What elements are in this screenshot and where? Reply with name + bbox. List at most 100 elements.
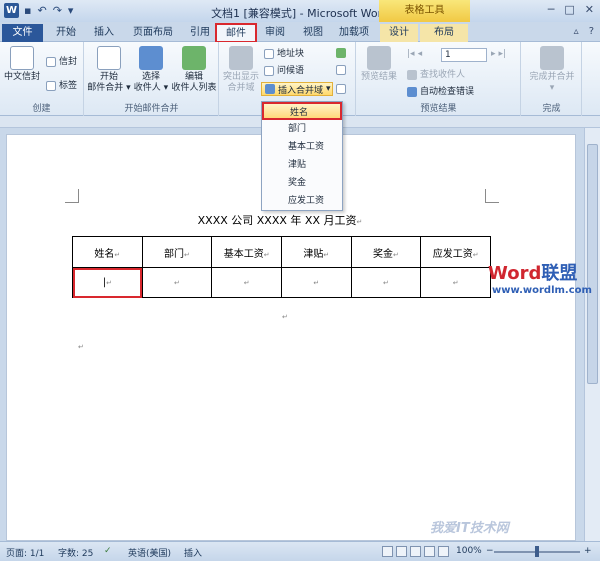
menu-item-name[interactable]: 姓名 <box>262 102 342 120</box>
match-fields-button[interactable] <box>336 65 346 75</box>
tab-table-layout[interactable]: 布局 <box>420 24 468 42</box>
watermark-logo: Word联盟 <box>488 263 578 284</box>
table-cell[interactable]: ↵ <box>211 267 282 298</box>
title-bar: W ▪ ↶ ↷ ▾ 文档1 [兼容模式] - Microsoft Word 表格… <box>0 0 600 24</box>
table-header-cell[interactable]: 津贴↵ <box>280 236 352 268</box>
status-bar: 页面: 1/1 字数: 25 ✓ 英语(美国) 插入 100% − + <box>0 541 600 561</box>
web-layout-view-icon[interactable] <box>410 546 421 557</box>
next-record-icon[interactable]: ▸ <box>491 48 496 60</box>
table-header-cell[interactable]: 应发工资↵ <box>420 236 491 268</box>
merge-field-icon <box>265 84 275 94</box>
rules-button[interactable] <box>336 48 346 58</box>
highlight-merge-fields-button[interactable]: 突出显示 合并域 <box>222 46 260 94</box>
help-icon[interactable]: ? <box>589 26 594 37</box>
rules-icon <box>336 48 346 58</box>
start-mail-merge-button[interactable]: 开始 邮件合并 ▾ <box>87 46 131 94</box>
table-header-cell[interactable]: 姓名↵ <box>72 236 143 268</box>
menu-item-base-salary[interactable]: 基本工资 <box>262 138 342 156</box>
tab-view[interactable]: 视图 <box>296 24 330 42</box>
word-count[interactable]: 字数: 25 <box>58 546 93 559</box>
table-tools-context-tab: 表格工具 <box>379 0 470 24</box>
record-number-input[interactable]: 1 <box>441 48 487 62</box>
document-title: XXXX 公司 XXXX 年 XX 月工资↵ <box>197 214 363 227</box>
envelope-small-icon <box>46 57 56 67</box>
insert-mode-indicator[interactable]: 插入 <box>184 546 202 559</box>
tab-review[interactable]: 审阅 <box>258 24 292 42</box>
outline-view-icon[interactable] <box>424 546 435 557</box>
maximize-icon[interactable]: □ <box>564 3 574 16</box>
previous-record-icon[interactable]: ◂ <box>418 48 423 60</box>
chevron-down-icon: ▾ <box>326 84 331 94</box>
close-icon[interactable]: ✕ <box>585 3 594 16</box>
auto-check-errors-button[interactable]: 自动检查错误 <box>407 86 474 98</box>
match-fields-icon <box>336 65 346 75</box>
greeting-line-icon <box>264 66 274 76</box>
group-preview-results: 预览结果 |◂ ◂ ▸ ▸| 查找收件人 自动检查错误 预览结果 <box>357 42 521 116</box>
record-navigation: |◂ ◂ <box>407 48 422 60</box>
paragraph-mark: ↵ <box>78 343 84 351</box>
zoom-in-icon[interactable]: + <box>584 546 592 556</box>
table-cell[interactable]: ↵ <box>420 267 491 298</box>
table-cell[interactable]: ↵ <box>350 267 422 298</box>
chinese-envelope-button[interactable]: 中文信封 <box>4 46 40 83</box>
minimize-ribbon-icon[interactable]: ▵ <box>574 26 579 37</box>
window-title: 文档1 [兼容模式] - Microsoft Word <box>211 7 389 20</box>
minimize-icon[interactable]: ─ <box>548 3 555 16</box>
preview-icon <box>367 46 391 70</box>
highlight-icon <box>229 46 253 70</box>
preview-results-button[interactable]: 预览结果 <box>359 46 399 83</box>
check-errors-icon <box>407 87 417 97</box>
paragraph-mark: ↵ <box>282 313 288 321</box>
update-labels-icon <box>336 84 346 94</box>
tab-table-design[interactable]: 设计 <box>380 24 418 42</box>
greeting-line-button[interactable]: 问候语 <box>264 65 304 77</box>
find-icon <box>407 70 417 80</box>
zoom-level[interactable]: 100% <box>456 546 482 556</box>
envelope-icon <box>10 46 34 70</box>
zoom-slider-thumb[interactable] <box>535 546 539 557</box>
envelopes-button[interactable]: 信封 <box>46 56 77 68</box>
salary-table[interactable]: 姓名↵ 部门↵ 基本工资↵ 津贴↵ 奖金↵ 应发工资↵ |↵ ↵ ↵ ↵ ↵ ↵ <box>72 236 491 298</box>
tab-references[interactable]: 引用 <box>182 24 218 42</box>
language-indicator[interactable]: 英语(美国) <box>128 546 171 559</box>
proofing-icon[interactable]: ✓ <box>104 546 112 556</box>
menu-item-total-salary[interactable]: 应发工资 <box>262 192 342 210</box>
finish-merge-button[interactable]: 完成并合并 ▾ <box>524 46 580 94</box>
menu-item-allowance[interactable]: 津贴 <box>262 156 342 174</box>
table-header-cell[interactable]: 奖金↵ <box>350 236 422 268</box>
zoom-out-icon[interactable]: − <box>486 546 494 556</box>
address-block-button[interactable]: 地址块 <box>264 48 304 60</box>
crop-mark <box>485 189 499 203</box>
tab-insert[interactable]: 插入 <box>86 24 122 42</box>
edit-recipient-list-button[interactable]: 编辑 收件人列表 <box>171 46 217 94</box>
insert-merge-field-menu: 姓名 部门 基本工资 津贴 奖金 应发工资 <box>261 101 343 211</box>
insert-merge-field-button[interactable]: 插入合并域 ▾ <box>261 82 333 96</box>
full-screen-view-icon[interactable] <box>396 546 407 557</box>
group-start-mail-merge: 开始 邮件合并 ▾ 选择 收件人 ▾ 编辑 收件人列表 开始邮件合并 <box>85 42 219 116</box>
tab-addins[interactable]: 加载项 <box>332 24 376 42</box>
tab-file[interactable]: 文件 <box>2 24 43 42</box>
print-layout-view-icon[interactable] <box>382 546 393 557</box>
first-record-icon[interactable]: |◂ <box>407 48 415 60</box>
selected-table-cell[interactable]: |↵ <box>72 267 143 298</box>
finish-merge-icon <box>540 46 564 70</box>
table-header-cell[interactable]: 基本工资↵ <box>211 236 282 268</box>
tab-home[interactable]: 开始 <box>48 24 84 42</box>
table-row: |↵ ↵ ↵ ↵ ↵ ↵ <box>72 267 491 298</box>
menu-item-bonus[interactable]: 奖金 <box>262 174 342 192</box>
table-header-cell[interactable]: 部门↵ <box>141 236 213 268</box>
labels-button[interactable]: 标签 <box>46 80 77 92</box>
select-recipients-button[interactable]: 选择 收件人 ▾ <box>131 46 171 94</box>
tab-mailings[interactable]: 邮件 <box>215 23 257 43</box>
menu-item-department[interactable]: 部门 <box>262 120 342 138</box>
tab-page-layout[interactable]: 页面布局 <box>126 24 180 42</box>
draft-view-icon[interactable] <box>438 546 449 557</box>
find-recipient-button[interactable]: 查找收件人 <box>407 69 465 81</box>
page-count[interactable]: 页面: 1/1 <box>6 546 44 559</box>
bottom-watermark: 我爱IT技术网 <box>430 521 509 536</box>
table-cell[interactable]: ↵ <box>141 267 213 298</box>
vertical-scrollbar[interactable] <box>584 128 600 541</box>
update-labels-button[interactable] <box>336 84 346 94</box>
table-cell[interactable]: ↵ <box>280 267 352 298</box>
last-record-icon[interactable]: ▸| <box>499 48 507 60</box>
